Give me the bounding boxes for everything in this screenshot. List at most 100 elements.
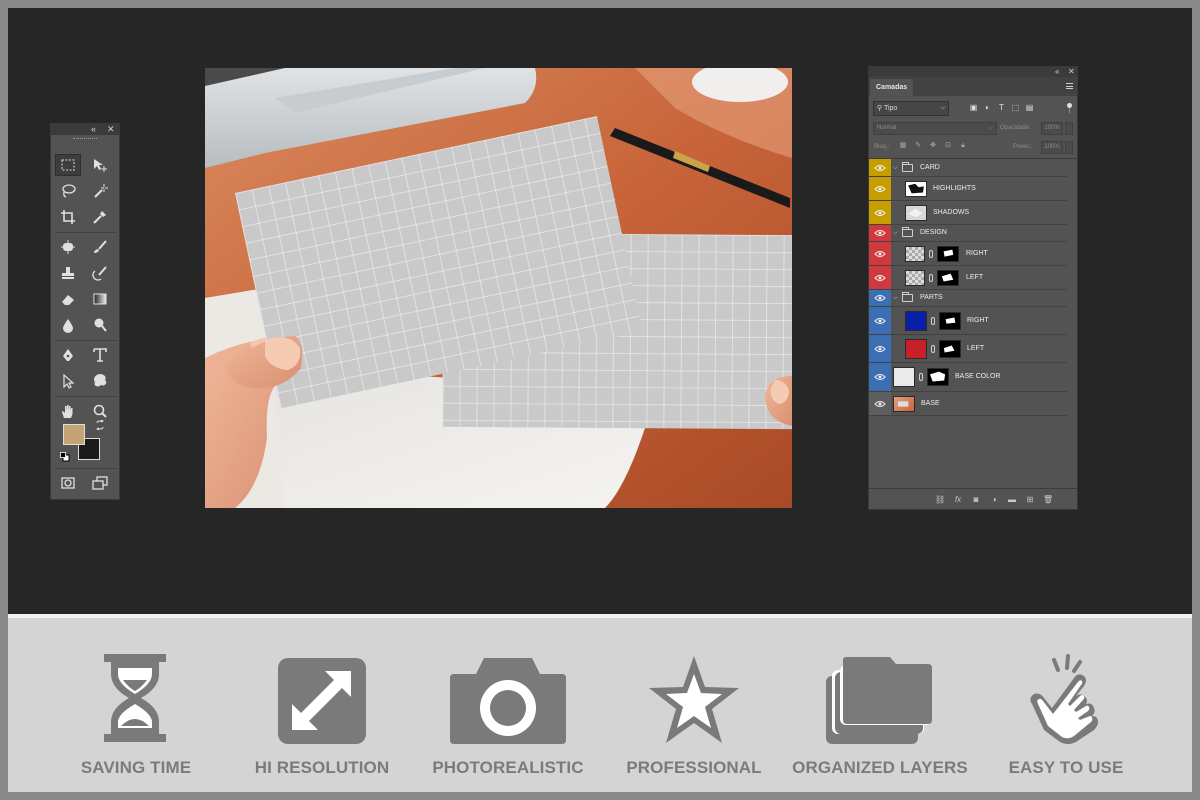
chevron-down-icon[interactable]: ⌵ [893, 294, 898, 302]
custom-shape-tool-icon[interactable] [87, 370, 113, 392]
quick-mask-icon[interactable] [55, 472, 81, 494]
spot-healing-tool-icon[interactable] [55, 236, 81, 258]
fill-thumbnail[interactable] [905, 338, 927, 359]
filter-pixel-icon[interactable]: ▣ [969, 103, 978, 112]
visibility-eye-icon[interactable] [869, 266, 891, 289]
lock-artboard-icon[interactable]: ⊡ [944, 142, 952, 150]
visibility-eye-icon[interactable] [869, 363, 891, 391]
layer-base-color[interactable]: BASE COLOR [869, 363, 1067, 392]
opacity-dropdown[interactable] [1065, 122, 1073, 135]
fill-thumbnail[interactable] [893, 367, 915, 387]
link-layers-icon[interactable]: ⛓ [935, 495, 945, 504]
link-icon[interactable] [919, 373, 923, 381]
new-layer-icon[interactable]: ⊞ [1025, 495, 1035, 504]
lock-transparency-icon[interactable]: ▦ [899, 142, 907, 150]
lock-position-icon[interactable]: ✥ [929, 142, 937, 150]
layer-shadows[interactable]: SHADOWS [869, 201, 1067, 225]
tab-layers[interactable]: Camadas [870, 79, 914, 96]
mask-thumbnail[interactable] [939, 339, 961, 358]
layer-group-parts[interactable]: ⌵ PARTS [869, 290, 1067, 307]
mask-thumbnail[interactable] [927, 368, 949, 386]
pen-tool-icon[interactable] [55, 344, 81, 366]
link-icon[interactable] [931, 344, 935, 353]
layer-name: PARTS [920, 294, 943, 301]
zoom-tool-icon[interactable] [87, 400, 113, 422]
brush-tool-icon[interactable] [87, 236, 113, 258]
trash-icon[interactable]: 🗑︎ [1043, 495, 1053, 504]
visibility-eye-icon[interactable] [869, 159, 891, 176]
history-brush-tool-icon[interactable] [87, 262, 113, 284]
visibility-eye-icon[interactable] [869, 225, 891, 241]
chevron-down-icon[interactable]: ⌵ [893, 229, 898, 237]
layer-design-left[interactable]: LEFT [869, 266, 1067, 290]
eyedropper-tool-icon[interactable] [87, 206, 113, 228]
adjustment-layer-icon[interactable]: ◑ [989, 495, 999, 504]
layer-design-right[interactable]: RIGHT [869, 242, 1067, 266]
fill-dropdown[interactable] [1065, 141, 1073, 154]
crop-tool-icon[interactable] [55, 206, 81, 228]
fx-icon[interactable]: fx [953, 495, 963, 504]
layer-base[interactable]: BASE [869, 392, 1067, 416]
star-icon [649, 656, 739, 743]
visibility-eye-icon[interactable] [869, 242, 891, 265]
link-icon[interactable] [929, 249, 933, 258]
visibility-eye-icon[interactable] [869, 201, 891, 224]
visibility-eye-icon[interactable] [869, 290, 891, 306]
link-icon[interactable] [931, 316, 935, 325]
visibility-eye-icon[interactable] [869, 307, 891, 334]
lock-all-icon[interactable]: 🔒︎ [959, 142, 967, 150]
mask-thumbnail[interactable] [939, 311, 961, 330]
visibility-eye-icon[interactable] [869, 177, 891, 200]
opacity-input[interactable]: 100% [1041, 122, 1063, 135]
gradient-tool-icon[interactable] [87, 288, 113, 310]
blend-mode-select[interactable]: Normal ⌵ [873, 122, 997, 135]
search-icon: ⚲ [877, 105, 884, 112]
add-mask-icon[interactable]: ◙ [971, 495, 981, 504]
layer-group-card[interactable]: ⌵ CARD [869, 159, 1067, 177]
filter-adjustment-icon[interactable]: ◐ [983, 103, 992, 112]
collapse-icon[interactable]: « [91, 124, 96, 135]
eraser-tool-icon[interactable] [55, 288, 81, 310]
collapse-icon[interactable]: « [1055, 67, 1059, 77]
hand-tool-icon[interactable] [55, 400, 81, 422]
mask-thumbnail[interactable] [937, 245, 959, 262]
fill-thumbnail[interactable] [905, 310, 927, 331]
expand-icon [278, 658, 366, 744]
panel-menu-icon[interactable] [1066, 83, 1073, 89]
layer-filter-select[interactable]: ⚲ Tipo ⌵ [873, 101, 949, 116]
filter-smart-object-icon[interactable]: ▤ [1025, 103, 1034, 112]
visibility-eye-icon[interactable] [869, 335, 891, 362]
document-canvas[interactable] [205, 68, 792, 508]
marquee-tool-icon[interactable] [55, 154, 81, 176]
blur-tool-icon[interactable] [55, 314, 81, 336]
visibility-eye-icon[interactable] [869, 392, 891, 415]
layer-parts-right[interactable]: RIGHT [869, 307, 1067, 335]
lasso-tool-icon[interactable] [55, 180, 81, 202]
dodge-tool-icon[interactable] [87, 314, 113, 336]
screen-mode-icon[interactable] [87, 472, 113, 494]
close-icon[interactable]: ✕ [107, 124, 115, 135]
path-selection-tool-icon[interactable] [55, 370, 81, 392]
clone-stamp-tool-icon[interactable] [55, 262, 81, 284]
chevron-down-icon[interactable]: ⌵ [893, 164, 898, 172]
foreground-color-swatch[interactable] [63, 424, 85, 445]
close-icon[interactable]: ✕ [1068, 67, 1075, 77]
link-icon[interactable] [929, 273, 933, 282]
layer-group-design[interactable]: ⌵ DESIGN [869, 225, 1067, 242]
magic-wand-tool-icon[interactable] [87, 180, 113, 202]
type-tool-icon[interactable] [87, 344, 113, 366]
feature-organized-layers: ORGANIZED LAYERS [790, 654, 970, 784]
fill-input[interactable]: 100% [1041, 141, 1063, 154]
filter-toggle[interactable] [1067, 103, 1072, 113]
filter-shape-icon[interactable]: ⬚ [1011, 103, 1020, 112]
swap-colors-icon[interactable] [95, 420, 105, 430]
default-colors-icon[interactable] [60, 452, 70, 462]
mask-thumbnail[interactable] [937, 269, 959, 286]
layer-parts-left[interactable]: LEFT [869, 335, 1067, 363]
lock-pixels-icon[interactable]: ✎ [914, 142, 922, 150]
new-group-icon[interactable]: ▬ [1007, 495, 1017, 504]
drag-handle[interactable] [73, 138, 97, 141]
filter-type-icon[interactable]: T [997, 103, 1006, 112]
move-tool-icon[interactable] [87, 154, 113, 176]
layer-highlights[interactable]: HIGHLIGHTS [869, 177, 1067, 201]
